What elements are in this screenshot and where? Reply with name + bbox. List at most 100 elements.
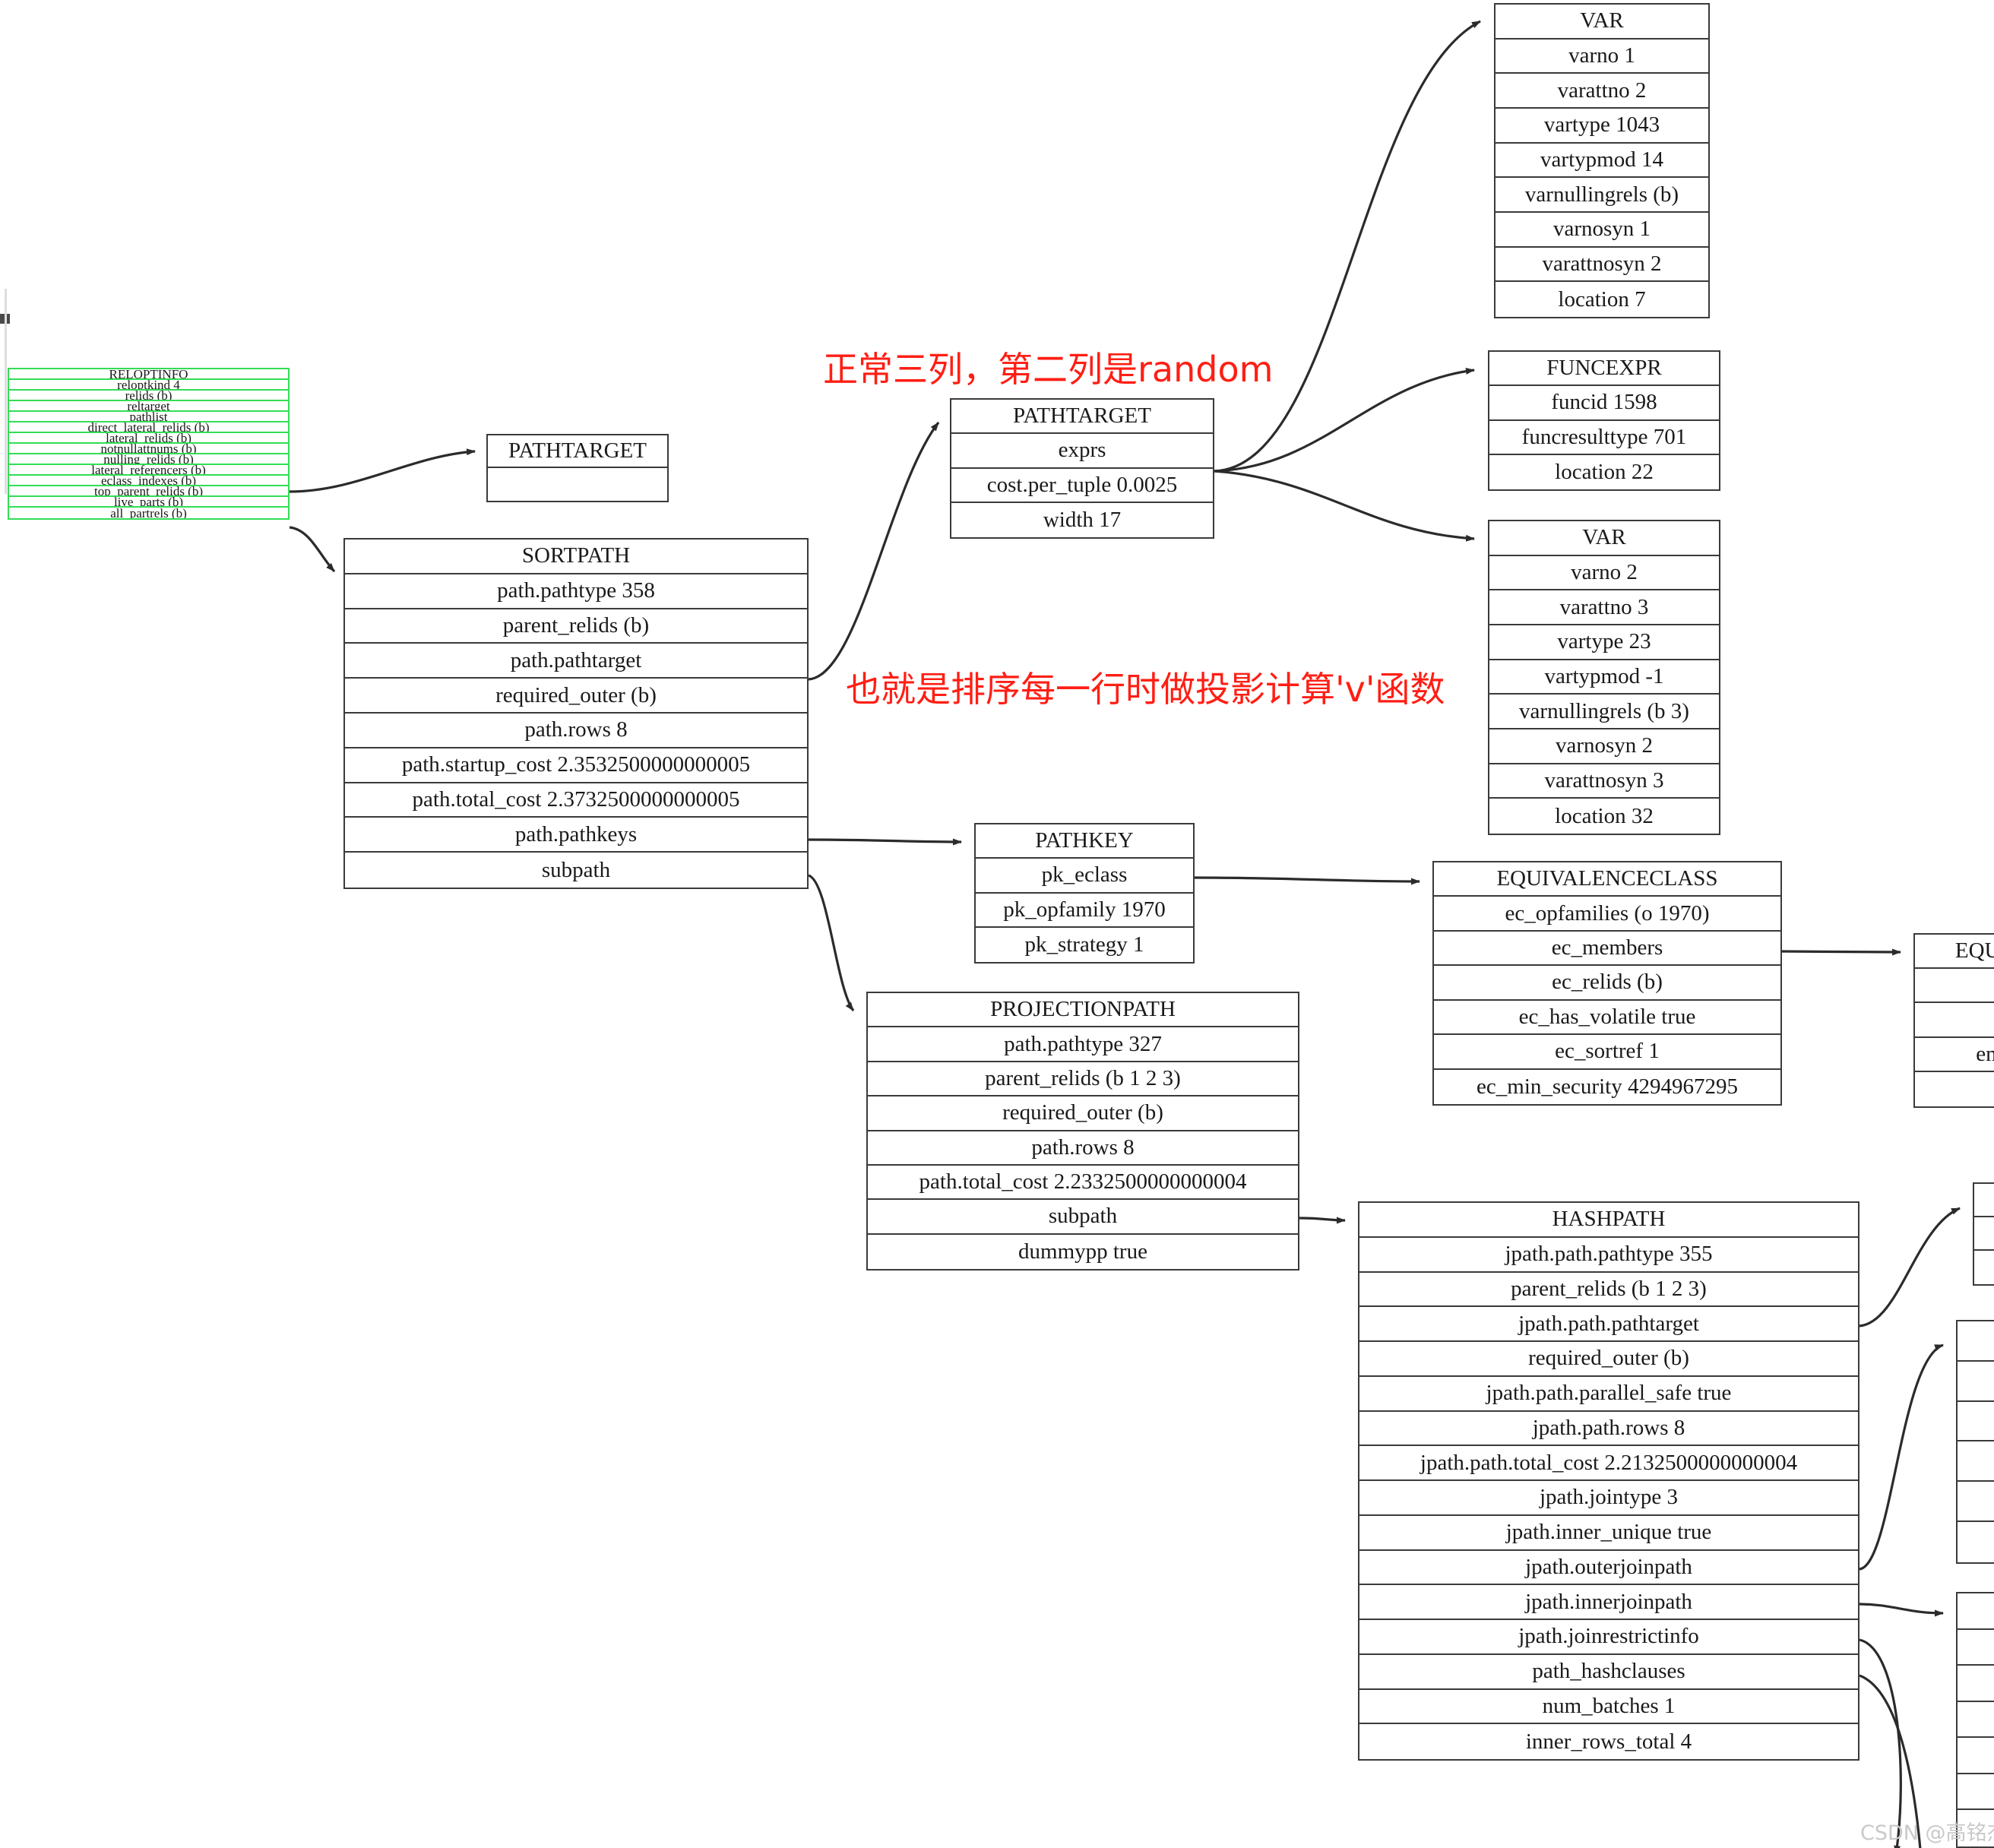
node-var-1-row[interactable]: varno 1: [1496, 40, 1708, 74]
node-projectionpath-row[interactable]: parent_relids (b 1 2 3): [868, 1062, 1298, 1097]
node-hashpath-row[interactable]: jpath.joinrestrictinfo: [1359, 1620, 1858, 1655]
node-var-1[interactable]: VAR varno 1 varattno 2 vartype 1043 vartypmo…: [1494, 3, 1710, 318]
node-var-1-row[interactable]: varnullingrels (b): [1496, 178, 1708, 213]
node-hashpath-row[interactable]: jpath.inner_unique true: [1359, 1516, 1858, 1551]
node-reloptinfo-row[interactable]: eclass_indexes (b): [9, 476, 288, 486]
node-clipped-mid-right-row[interactable]: pa: [1958, 1362, 1994, 1402]
node-pathkey[interactable]: PATHKEY pk_eclass pk_opfamily 1970 pk_strat…: [974, 823, 1195, 964]
node-projectionpath-row[interactable]: path.rows 8: [868, 1131, 1298, 1166]
node-sortpath-row[interactable]: path.rows 8: [345, 714, 807, 748]
node-sortpath-row[interactable]: path.startup_cost 2.3532500000000005: [345, 748, 807, 783]
node-reloptinfo-row[interactable]: notnullattnums (b): [9, 444, 288, 454]
node-pathtarget-empty[interactable]: PATHTARGET: [486, 434, 669, 502]
node-reloptinfo-row[interactable]: all_partrels (b): [9, 508, 288, 518]
node-var-2-row[interactable]: vartypmod -1: [1489, 660, 1719, 695]
node-equivalenceclass-row[interactable]: ec_min_security 4294967295: [1434, 1070, 1780, 1104]
node-hashpath-row[interactable]: parent_relids (b 1 2 3): [1359, 1273, 1858, 1308]
node-reloptinfo-row[interactable]: reloptkind 4: [9, 380, 288, 391]
node-clipped-mid-right-row[interactable]: [1958, 1482, 1994, 1523]
node-funcexpr-row[interactable]: funcresulttype 701: [1489, 421, 1719, 455]
node-equivalencemember-clipped[interactable]: EQUIV em: [1913, 933, 1994, 1108]
node-clipped-top-right[interactable]: [1973, 1182, 1994, 1286]
node-reloptinfo-row[interactable]: nulling_relids (b): [9, 454, 288, 465]
node-sortpath-row[interactable]: subpath: [345, 853, 807, 888]
node-clipped-top-right-row[interactable]: [1974, 1217, 1994, 1251]
node-sortpath-row[interactable]: path.pathkeys: [345, 818, 807, 853]
node-equivalencemember-clipped-row[interactable]: [1915, 969, 1994, 1004]
node-equivalenceclass-row[interactable]: ec_members: [1434, 932, 1780, 967]
node-equivalenceclass[interactable]: EQUIVALENCECLASS ec_opfamilies (o 1970) ec…: [1432, 861, 1782, 1106]
node-pathtarget-empty-row[interactable]: [488, 468, 667, 501]
node-hashpath[interactable]: HASHPATH jpath.path.pathtype 355 parent_re…: [1358, 1201, 1859, 1761]
node-equivalencemember-clipped-row[interactable]: [1915, 1003, 1994, 1038]
node-clipped-bottom-right-row[interactable]: pa: [1958, 1738, 1994, 1774]
node-hashpath-row[interactable]: num_batches 1: [1359, 1690, 1858, 1725]
node-var-1-row[interactable]: varattnosyn 2: [1496, 248, 1708, 283]
node-reloptinfo-row[interactable]: direct_lateral_relids (b): [9, 422, 288, 433]
node-projectionpath-row[interactable]: dummypp true: [868, 1235, 1298, 1269]
node-hashpath-row[interactable]: jpath.jointype 3: [1359, 1481, 1858, 1516]
node-var-1-row[interactable]: varnosyn 1: [1496, 213, 1708, 248]
node-hashpath-row[interactable]: jpath.path.rows 8: [1359, 1412, 1858, 1447]
node-pathkey-row[interactable]: pk_strategy 1: [976, 928, 1193, 962]
node-var-2-row[interactable]: location 32: [1489, 799, 1719, 834]
node-equivalenceclass-row[interactable]: ec_sortref 1: [1434, 1035, 1780, 1070]
node-hashpath-row[interactable]: required_outer (b): [1359, 1342, 1858, 1377]
node-pathtarget-main-row[interactable]: cost.per_tuple 0.0025: [951, 469, 1213, 503]
node-var-1-row[interactable]: vartypmod 14: [1496, 144, 1708, 179]
node-sortpath[interactable]: SORTPATH path.pathtype 358 parent_relids (…: [343, 538, 809, 889]
node-hashpath-row[interactable]: jpath.path.pathtarget: [1359, 1307, 1858, 1342]
node-equivalencemember-clipped-row[interactable]: em: [1915, 1038, 1994, 1072]
node-hashpath-row[interactable]: inner_rows_total 4: [1359, 1724, 1858, 1759]
node-var-1-row[interactable]: location 7: [1496, 282, 1708, 317]
node-projectionpath-row[interactable]: subpath: [868, 1200, 1298, 1235]
node-sortpath-row[interactable]: path.pathtype 358: [345, 574, 807, 609]
node-projectionpath-row[interactable]: required_outer (b): [868, 1096, 1298, 1131]
node-sortpath-row[interactable]: path.total_cost 2.3732500000000005: [345, 783, 807, 818]
node-clipped-bottom-right[interactable]: parepat: [1956, 1592, 1994, 1848]
node-equivalenceclass-row[interactable]: ec_has_volatile true: [1434, 1001, 1780, 1036]
node-var-2-row[interactable]: varattnosyn 3: [1489, 764, 1719, 799]
node-sortpath-row[interactable]: parent_relids (b): [345, 609, 807, 644]
node-reloptinfo[interactable]: RELOPTINFO reloptkind 4 relids (b) reltarge…: [8, 368, 290, 520]
node-var-2-row[interactable]: varnullingrels (b 3): [1489, 695, 1719, 729]
node-projectionpath[interactable]: PROJECTIONPATH path.pathtype 327 parent_re…: [866, 992, 1299, 1270]
node-var-2-row[interactable]: varnosyn 2: [1489, 729, 1719, 764]
node-clipped-top-right-row[interactable]: [1974, 1251, 1994, 1284]
node-sortpath-row[interactable]: required_outer (b): [345, 679, 807, 714]
node-pathtarget-main-row[interactable]: width 17: [951, 503, 1213, 537]
node-hashpath-row[interactable]: jpath.path.total_cost 2.2132500000000004: [1359, 1446, 1858, 1481]
node-clipped-mid-right-row[interactable]: pa: [1958, 1441, 1994, 1483]
node-pathtarget-main[interactable]: PATHTARGET exprs cost.per_tuple 0.0025 widt…: [950, 398, 1214, 539]
node-hashpath-row[interactable]: jpath.outerjoinpath: [1359, 1551, 1858, 1586]
node-clipped-bottom-right-row[interactable]: re: [1958, 1702, 1994, 1739]
node-funcexpr-row[interactable]: funcid 1598: [1489, 386, 1719, 421]
node-reloptinfo-row[interactable]: relids (b): [9, 391, 288, 401]
node-reloptinfo-row[interactable]: live_parts (b): [9, 497, 288, 508]
node-hashpath-row[interactable]: path_hashclauses: [1359, 1655, 1858, 1690]
node-equivalenceclass-row[interactable]: ec_opfamilies (o 1970): [1434, 897, 1780, 932]
node-var-2[interactable]: VAR varno 2 varattno 3 vartype 23 vartypmod …: [1488, 520, 1720, 835]
node-clipped-bottom-right-row[interactable]: pa: [1958, 1666, 1994, 1702]
node-clipped-bottom-right-row[interactable]: [1958, 1630, 1994, 1666]
node-var-1-row[interactable]: varattno 2: [1496, 74, 1708, 109]
node-clipped-mid-right-row[interactable]: t: [1958, 1522, 1994, 1562]
node-reloptinfo-row[interactable]: pathlist: [9, 412, 288, 422]
node-reloptinfo-row[interactable]: lateral_referencers (b): [9, 465, 288, 476]
node-clipped-mid-right-row[interactable]: re: [1958, 1402, 1994, 1442]
node-pathtarget-main-row[interactable]: exprs: [951, 434, 1213, 469]
node-hashpath-row[interactable]: jpath.path.pathtype 355: [1359, 1238, 1858, 1273]
node-hashpath-row[interactable]: jpath.innerjoinpath: [1359, 1585, 1858, 1620]
node-reloptinfo-row[interactable]: lateral_relids (b): [9, 433, 288, 444]
node-equivalencemember-clipped-row[interactable]: [1915, 1072, 1994, 1106]
node-reloptinfo-row[interactable]: top_parent_relids (b): [9, 486, 288, 497]
node-var-2-row[interactable]: varattno 3: [1489, 590, 1719, 625]
node-projectionpath-row[interactable]: path.total_cost 2.2332500000000004: [868, 1166, 1298, 1201]
node-clipped-bottom-right-row[interactable]: [1958, 1774, 1994, 1811]
node-sortpath-row[interactable]: path.pathtarget: [345, 644, 807, 679]
node-var-2-row[interactable]: varno 2: [1489, 556, 1719, 591]
node-funcexpr[interactable]: FUNCEXPR funcid 1598 funcresulttype 701 loc…: [1488, 350, 1720, 491]
node-pathkey-row[interactable]: pk_opfamily 1970: [976, 894, 1193, 928]
node-var-1-row[interactable]: vartype 1043: [1496, 109, 1708, 144]
node-reloptinfo-row[interactable]: reltarget: [9, 401, 288, 412]
